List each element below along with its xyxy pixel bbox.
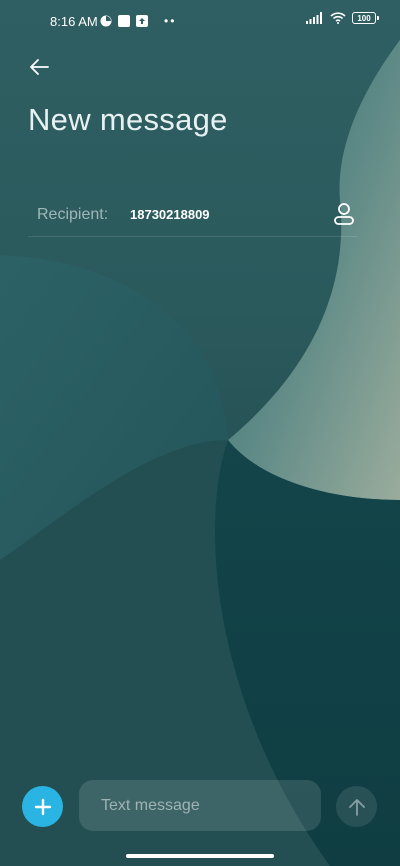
notification-icons: •• xyxy=(100,14,176,28)
page-title: New message xyxy=(28,102,228,137)
back-button[interactable] xyxy=(24,52,54,82)
upload-icon xyxy=(136,15,148,27)
add-attachment-button[interactable] xyxy=(22,786,63,827)
select-contact-button[interactable] xyxy=(330,200,358,228)
data-saver-icon xyxy=(100,15,112,27)
recipient-label: Recipient: xyxy=(37,206,109,223)
status-time: 8:16 AM xyxy=(50,14,98,29)
more-dots-icon: •• xyxy=(164,14,177,28)
recipient-field[interactable]: Recipient: 18730218809 xyxy=(28,192,358,237)
system-icons: 100 xyxy=(306,12,379,24)
battery-icon: 100 xyxy=(352,12,379,24)
message-box xyxy=(79,780,321,831)
wifi-icon xyxy=(330,12,346,24)
home-indicator[interactable] xyxy=(126,854,274,858)
plus-icon xyxy=(34,798,51,815)
text-message-input[interactable] xyxy=(79,780,321,831)
arrow-up-icon xyxy=(348,798,365,816)
person-icon xyxy=(334,203,354,225)
screenshot-icon xyxy=(118,15,130,27)
new-message-screen: 8:16 AM •• 100 New message Recipient: 18… xyxy=(0,0,400,866)
recipient-value[interactable]: 18730218809 xyxy=(130,207,210,222)
signal-icon xyxy=(306,12,322,24)
status-bar: 8:16 AM •• 100 xyxy=(0,0,400,44)
arrow-left-icon xyxy=(30,59,49,75)
send-button[interactable] xyxy=(336,786,377,827)
